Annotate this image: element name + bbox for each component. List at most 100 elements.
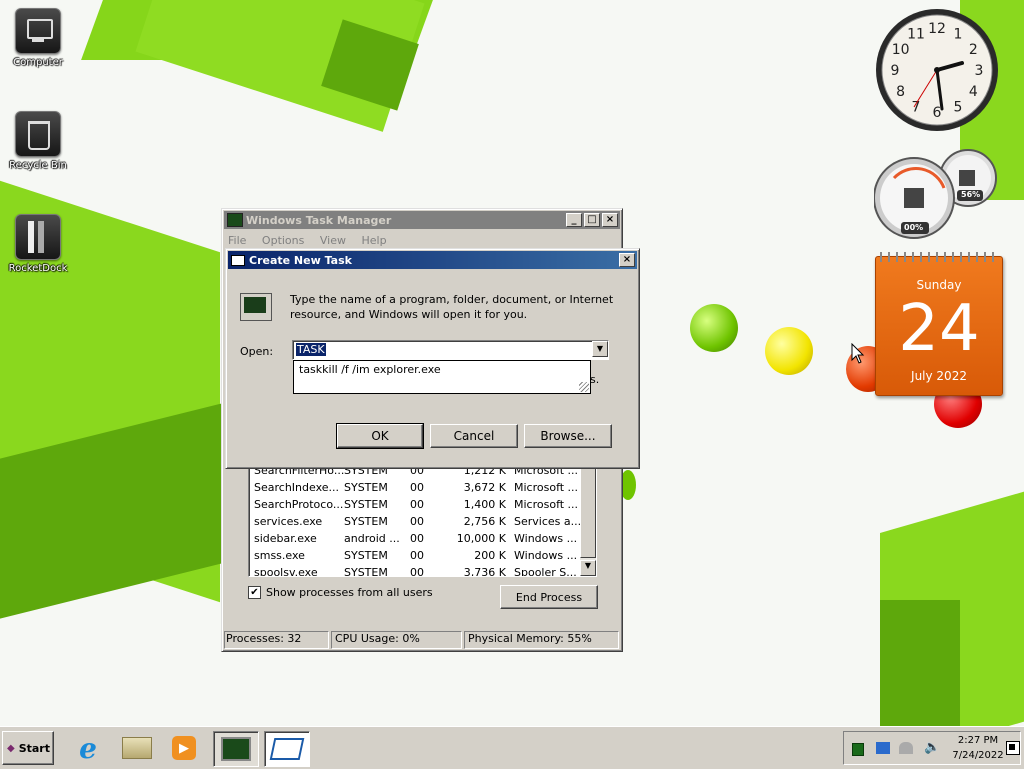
open-label: Open: xyxy=(240,345,274,358)
status-cpu: CPU Usage: 0% xyxy=(331,631,462,649)
scroll-down-icon[interactable]: ▼ xyxy=(580,560,596,576)
menu-help[interactable]: Help xyxy=(361,234,386,247)
taskbar: ◆ Start e ▶ 🔈 2:27 PM 7/24/2022 xyxy=(0,726,1024,769)
process-row[interactable]: sidebar.exe android ... 00 10,000 K Windows … xyxy=(254,530,596,547)
task-manager-icon xyxy=(221,737,251,761)
clock-number: 9 xyxy=(891,63,900,79)
taskbar-media-player[interactable]: ▶ xyxy=(162,731,206,765)
process-cpu: 00 xyxy=(410,566,424,577)
process-user: SYSTEM xyxy=(344,481,388,494)
scroll-thumb[interactable] xyxy=(580,460,596,558)
folder-icon xyxy=(122,737,152,759)
taskbar-file-explorer[interactable] xyxy=(115,731,159,765)
desktop-icon-recycle-bin[interactable]: Recycle Bin xyxy=(0,111,76,171)
process-row[interactable]: SearchIndexe... SYSTEM 00 3,672 K Microsoft … xyxy=(254,479,596,496)
process-cpu: 00 xyxy=(410,515,424,528)
clock-number: 1 xyxy=(954,27,963,43)
tray-app-icon[interactable] xyxy=(852,743,864,756)
process-row[interactable]: services.exe SYSTEM 00 2,756 K Services a... xyxy=(254,513,596,530)
run-dialog-icon xyxy=(269,738,305,760)
task-manager-app-icon xyxy=(227,213,243,227)
process-row[interactable]: spoolsv.exe SYSTEM 00 3,736 K Spooler S... xyxy=(254,564,596,577)
clock-number: 8 xyxy=(896,84,905,100)
mouse-cursor-icon xyxy=(851,343,865,364)
process-mem: 2,756 K xyxy=(463,515,506,528)
task-manager-titlebar[interactable]: Windows Task Manager _ □ × xyxy=(224,211,620,229)
show-desktop-icon xyxy=(1009,744,1015,750)
desktop-icon-computer[interactable]: Computer xyxy=(0,8,76,68)
taskbar-create-new-task[interactable] xyxy=(264,731,310,767)
status-processes: Processes: 32 xyxy=(224,631,329,649)
process-list-scrollbar[interactable]: ▼ xyxy=(580,460,596,576)
process-mem: 200 K xyxy=(474,549,506,562)
clock-number: 4 xyxy=(969,84,978,100)
minimize-button[interactable]: _ xyxy=(566,213,582,227)
clock-number: 3 xyxy=(975,63,984,79)
open-combobox[interactable]: TASK ▼ xyxy=(292,340,609,360)
resize-grip-icon[interactable] xyxy=(579,382,589,392)
close-button[interactable]: × xyxy=(602,213,618,227)
volume-muted-icon[interactable]: 🔈 xyxy=(924,740,940,755)
clock-time[interactable]: 2:27 PM xyxy=(948,735,1008,746)
show-all-label: Show processes from all users xyxy=(266,586,433,599)
process-desc: Spooler S... xyxy=(514,566,577,577)
dialog-titlebar[interactable]: Create New Task × xyxy=(228,251,637,269)
network-icon[interactable] xyxy=(876,742,890,754)
task-manager-title: Windows Task Manager xyxy=(246,213,392,227)
show-desktop-button[interactable] xyxy=(1006,741,1020,755)
dialog-close-button[interactable]: × xyxy=(619,253,635,267)
open-input[interactable]: TASK xyxy=(296,343,326,356)
system-tray: 🔈 2:27 PM 7/24/2022 xyxy=(843,731,1021,765)
process-mem: 3,672 K xyxy=(463,481,506,494)
process-mem: 3,736 K xyxy=(463,566,506,577)
ok-button[interactable]: OK xyxy=(336,423,424,449)
calendar-gadget[interactable]: Sunday 24 July 2022 xyxy=(875,252,1003,396)
start-label: Start xyxy=(18,741,50,755)
taskbar-internet-explorer[interactable]: e xyxy=(66,731,110,765)
menu-file[interactable]: File xyxy=(228,234,246,247)
process-cpu: 00 xyxy=(410,532,424,545)
hidden-text-fragment: s. xyxy=(590,373,600,386)
menu-options[interactable]: Options xyxy=(262,234,304,247)
start-button[interactable]: ◆ Start xyxy=(2,731,54,765)
process-row[interactable]: SearchProtoco... SYSTEM 00 1,400 K Microsoft… xyxy=(254,496,596,513)
calendar-day-name: Sunday xyxy=(916,278,962,292)
autocomplete-list[interactable]: taskkill /f /im explorer.exe xyxy=(293,360,591,394)
taskbar-task-manager[interactable] xyxy=(213,731,259,767)
process-list[interactable]: SearchFilterHo... SYSTEM 00 1,212 K Microsof… xyxy=(248,459,597,577)
cancel-button[interactable]: Cancel xyxy=(430,424,518,448)
cpu-meter-value: 00% xyxy=(904,223,924,232)
process-row[interactable]: smss.exe SYSTEM 00 200 K Windows ... xyxy=(254,547,596,564)
rocketdock-icon xyxy=(15,214,61,260)
run-icon xyxy=(231,254,245,266)
connection-icon[interactable] xyxy=(899,742,913,754)
dropdown-arrow-icon[interactable]: ▼ xyxy=(592,341,608,357)
clock-gadget[interactable]: 12 1 2 3 4 5 6 7 8 9 10 11 xyxy=(874,7,1000,133)
menu-view[interactable]: View xyxy=(320,234,346,247)
internet-explorer-icon: e xyxy=(79,731,97,765)
run-program-icon xyxy=(240,293,272,321)
process-cpu: 00 xyxy=(410,549,424,562)
clock-number: 10 xyxy=(892,42,910,58)
clock-number: 11 xyxy=(907,27,925,43)
end-process-button[interactable]: End Process xyxy=(500,585,598,609)
create-new-task-dialog[interactable]: Create New Task × Type the name of a pro… xyxy=(225,248,640,469)
process-mem: 10,000 K xyxy=(456,532,506,545)
desktop-icon-rocketdock[interactable]: RocketDock xyxy=(0,214,76,274)
clock-number: 2 xyxy=(969,42,978,58)
cpu-meter-gadget[interactable]: 00% 56% xyxy=(873,148,1000,240)
dialog-title: Create New Task xyxy=(249,253,352,267)
calendar-month-year: July 2022 xyxy=(911,369,967,383)
process-desc: Microsoft ... xyxy=(514,481,579,494)
maximize-button[interactable]: □ xyxy=(584,213,600,227)
clock-number: 7 xyxy=(912,99,921,115)
clock-number: 12 xyxy=(928,21,946,37)
show-all-checkbox[interactable]: ✔ xyxy=(248,586,261,599)
process-name: SearchProtoco... xyxy=(254,498,344,511)
autocomplete-item[interactable]: taskkill /f /im explorer.exe xyxy=(294,361,590,378)
browse-button[interactable]: Browse... xyxy=(524,424,612,448)
process-desc: Windows ... xyxy=(514,532,578,545)
clock-date[interactable]: 7/24/2022 xyxy=(948,750,1008,761)
process-name: sidebar.exe xyxy=(254,532,317,545)
show-all-processes[interactable]: ✔ Show processes from all users xyxy=(248,586,433,599)
